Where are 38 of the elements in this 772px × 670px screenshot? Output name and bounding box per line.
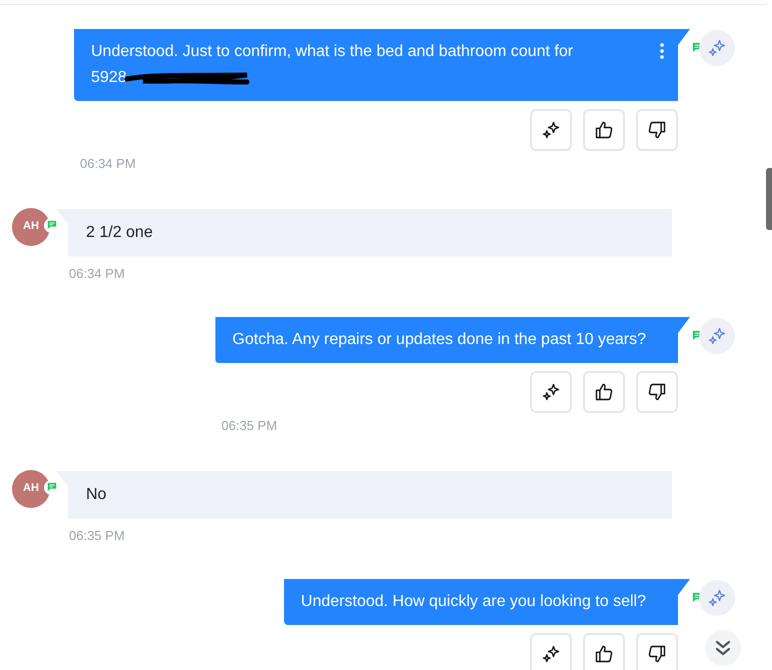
ai-suggest-button[interactable] bbox=[530, 109, 572, 151]
thumbs-up-button[interactable] bbox=[583, 109, 625, 151]
thumbs-up-button[interactable] bbox=[583, 633, 625, 670]
chat-icon bbox=[46, 220, 56, 230]
message-text: No bbox=[86, 486, 106, 502]
message-time: 06:35 PM bbox=[221, 417, 278, 435]
message-text: Understood. Just to confirm, what is the bed and bathroom count for 5928 bbox=[91, 43, 574, 86]
chat-icon bbox=[46, 482, 56, 492]
thumbs-down-button[interactable] bbox=[636, 633, 678, 670]
double-chevron-down-icon bbox=[714, 639, 732, 657]
sparkle-icon bbox=[541, 120, 561, 140]
thumbs-down-icon bbox=[647, 120, 667, 140]
message-time: 06:34 PM bbox=[69, 264, 125, 282]
sparkle-icon bbox=[541, 644, 561, 664]
thumbs-up-icon bbox=[594, 644, 614, 664]
thumbs-up-icon bbox=[594, 120, 614, 140]
thumbs-up-icon bbox=[594, 382, 614, 402]
thumbs-down-icon bbox=[647, 382, 667, 402]
thumbs-down-button[interactable] bbox=[636, 109, 678, 151]
sparkle-icon bbox=[707, 38, 727, 58]
thumbs-down-icon bbox=[647, 644, 667, 664]
user-avatar: AH bbox=[12, 470, 50, 508]
thumbs-down-button[interactable] bbox=[636, 371, 678, 413]
message-time: 06:35 PM bbox=[69, 526, 125, 544]
more-options-icon[interactable] bbox=[660, 43, 664, 59]
message-time: 06:34 PM bbox=[80, 155, 136, 173]
scroll-down-button[interactable] bbox=[705, 630, 741, 666]
ai-suggest-button[interactable] bbox=[530, 371, 572, 413]
user-avatar: AH bbox=[12, 208, 50, 246]
sparkle-icon bbox=[541, 382, 561, 402]
sparkle-icon bbox=[707, 326, 727, 346]
ai-suggest-button[interactable] bbox=[530, 633, 572, 670]
message-text: 2 1/2 one bbox=[86, 224, 153, 240]
thumbs-up-button[interactable] bbox=[583, 371, 625, 413]
scrollbar-thumb[interactable] bbox=[766, 168, 772, 230]
sparkle-icon bbox=[707, 588, 727, 608]
message-text: Gotcha. Any repairs or updates done in the past 10 years? bbox=[232, 331, 646, 348]
message-text: Understood. How quickly are you looking to sell? bbox=[300, 593, 646, 610]
